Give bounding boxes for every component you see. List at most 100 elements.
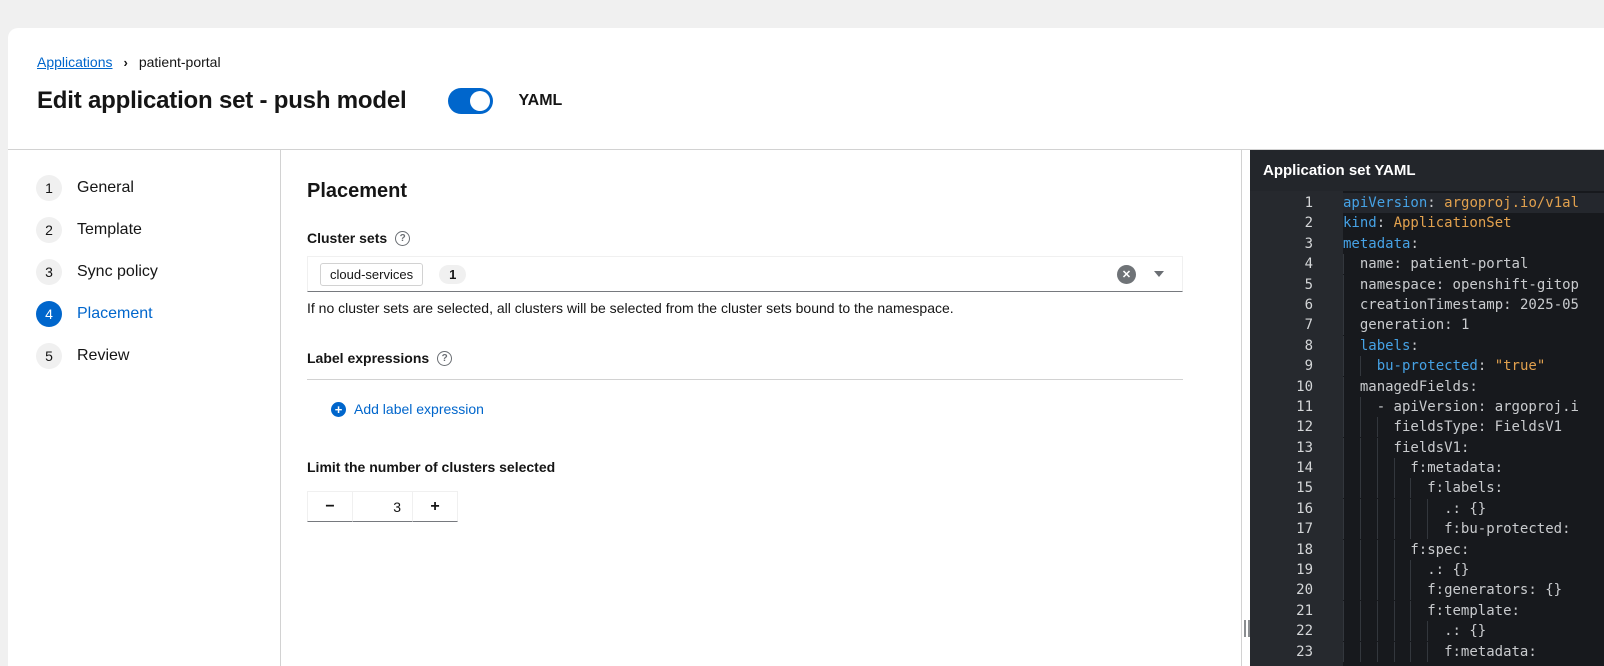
indent-guide bbox=[1394, 601, 1411, 621]
wizard-nav: 1 General 2 Template 3 Sync policy 4 Pla… bbox=[8, 150, 281, 666]
indent-guide bbox=[1377, 601, 1394, 621]
yaml-line: - apiVersion: argoproj.i bbox=[1343, 397, 1604, 417]
step-label: Sync policy bbox=[77, 263, 158, 280]
indent-guide bbox=[1343, 315, 1360, 335]
indent-guide bbox=[1343, 275, 1360, 295]
wizard-step-template[interactable]: 2 Template bbox=[8, 209, 280, 251]
caret-down-icon[interactable] bbox=[1154, 271, 1164, 277]
label-expressions-label: Label expressions bbox=[307, 350, 430, 366]
selection-count-badge: 1 bbox=[439, 264, 467, 284]
indent-guide bbox=[1343, 499, 1360, 519]
cluster-limit-value[interactable]: 3 bbox=[352, 491, 413, 522]
cluster-limit-label: Limit the number of clusters selected bbox=[307, 459, 556, 475]
title-row: Edit application set - push model YAML bbox=[37, 87, 1604, 115]
minus-button[interactable]: − bbox=[307, 491, 353, 522]
wizard-step-general[interactable]: 1 General bbox=[8, 167, 280, 209]
indent-guide bbox=[1410, 499, 1427, 519]
yaml-panel-header: Application set YAML bbox=[1250, 150, 1604, 191]
wizard-step-placement[interactable]: 4 Placement bbox=[8, 293, 280, 335]
indent-guide bbox=[1394, 540, 1411, 560]
indent-guide bbox=[1427, 642, 1444, 662]
line-number: 13 bbox=[1296, 439, 1313, 456]
yaml-line: f:generators: {} bbox=[1343, 580, 1604, 600]
yaml-line: fieldsType: FieldsV1 bbox=[1343, 417, 1604, 437]
indent-guide bbox=[1360, 397, 1377, 417]
indent-guide bbox=[1410, 642, 1427, 662]
line-number: 1 bbox=[1304, 195, 1313, 211]
question-circle-icon[interactable]: ? bbox=[395, 230, 411, 246]
indent-guide bbox=[1377, 642, 1394, 662]
page-header: Applications › patient-portal Edit appli… bbox=[8, 28, 1604, 150]
line-number: 23 bbox=[1296, 643, 1313, 660]
line-number: 21 bbox=[1296, 602, 1313, 619]
indent-guide bbox=[1377, 417, 1394, 437]
yaml-line: generation: 1 bbox=[1343, 315, 1604, 335]
indent-guide bbox=[1360, 478, 1377, 498]
line-number: 4 bbox=[1304, 256, 1313, 273]
indent-guide bbox=[1377, 458, 1394, 478]
line-number: 9 bbox=[1304, 358, 1313, 375]
indent-guide bbox=[1343, 295, 1360, 315]
indent-guide bbox=[1343, 377, 1360, 397]
indent-guide bbox=[1394, 499, 1411, 519]
yaml-line: labels: bbox=[1343, 336, 1604, 356]
indent-guide bbox=[1360, 601, 1377, 621]
yaml-line: name: patient-portal bbox=[1343, 254, 1604, 274]
line-number: 14 bbox=[1296, 460, 1313, 477]
wizard-step-sync-policy[interactable]: 3 Sync policy bbox=[8, 251, 280, 293]
indent-guide bbox=[1410, 560, 1427, 580]
indent-guide bbox=[1394, 560, 1411, 580]
yaml-toggle[interactable] bbox=[448, 88, 494, 114]
line-number: 11 bbox=[1296, 398, 1313, 415]
indent-guide bbox=[1360, 519, 1377, 539]
angle-right-icon: › bbox=[123, 54, 128, 70]
line-number: 22 bbox=[1296, 623, 1313, 640]
question-circle-icon[interactable]: ? bbox=[437, 350, 453, 366]
add-label-expression-text: Add label expression bbox=[354, 401, 484, 417]
line-number-gutter: 1 2 3 4 5 6 7 8 9 10 11 12 13 14 15 16 17 18 19 20 21 22 23 bbox=[1250, 191, 1343, 666]
indent-guide bbox=[1410, 601, 1427, 621]
times-circle-icon[interactable]: ✕ bbox=[1117, 264, 1136, 284]
indent-guide bbox=[1394, 478, 1411, 498]
yaml-line: f:metadata: bbox=[1343, 458, 1604, 478]
line-number: 19 bbox=[1296, 562, 1313, 579]
breadcrumb-link-applications[interactable]: Applications bbox=[37, 54, 113, 70]
indent-guide bbox=[1360, 417, 1377, 437]
yaml-line: f:bu-protected: bbox=[1343, 519, 1604, 539]
indent-guide bbox=[1360, 540, 1377, 560]
line-number: 12 bbox=[1296, 419, 1313, 436]
indent-guide bbox=[1410, 621, 1427, 641]
indent-guide bbox=[1427, 499, 1444, 519]
wizard-step-review[interactable]: 5 Review bbox=[8, 335, 280, 377]
step-number: 5 bbox=[36, 343, 62, 369]
line-number: 17 bbox=[1296, 521, 1313, 538]
indent-guide bbox=[1377, 540, 1394, 560]
line-number: 20 bbox=[1296, 582, 1313, 599]
indent-guide bbox=[1394, 621, 1411, 641]
yaml-line: creationTimestamp: 2025-05 bbox=[1343, 295, 1604, 315]
selected-chip: cloud-services bbox=[320, 262, 424, 286]
indent-guide bbox=[1360, 499, 1377, 519]
indent-guide bbox=[1360, 356, 1377, 376]
plus-button[interactable]: + bbox=[412, 491, 458, 522]
plus-circle-icon: + bbox=[331, 401, 346, 417]
indent-guide bbox=[1360, 560, 1377, 580]
indent-guide bbox=[1343, 417, 1360, 437]
yaml-toggle-knob bbox=[470, 91, 491, 111]
indent-guide bbox=[1410, 580, 1427, 600]
yaml-code-area[interactable]: apiVersion: argoproj.io/v1al kind: Applic… bbox=[1343, 191, 1604, 666]
step-label: General bbox=[77, 179, 134, 196]
line-number: 6 bbox=[1304, 296, 1313, 313]
yaml-line: namespace: openshift-gitop bbox=[1343, 275, 1604, 295]
indent-guide bbox=[1343, 397, 1360, 417]
yaml-line: .: {} bbox=[1343, 499, 1604, 519]
line-number: 15 bbox=[1296, 480, 1313, 497]
indent-guide bbox=[1343, 356, 1360, 376]
indent-guide bbox=[1377, 478, 1394, 498]
line-number: 8 bbox=[1304, 337, 1313, 354]
step-number: 1 bbox=[36, 175, 62, 201]
indent-guide bbox=[1343, 560, 1360, 580]
yaml-line: f:spec: bbox=[1343, 540, 1604, 560]
cluster-sets-multiselect[interactable]: cloud-services 1 ✕ bbox=[307, 256, 1183, 292]
page-title: Edit application set - push model bbox=[37, 87, 407, 114]
